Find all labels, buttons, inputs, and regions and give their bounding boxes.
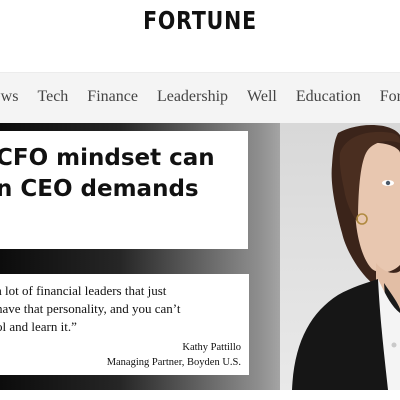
headline: CFO mindset can n CEO demands — [0, 143, 246, 205]
quote-text: a lot of financial leaders that just hav… — [0, 282, 246, 336]
nav-item-education[interactable]: Education — [296, 88, 361, 106]
nav-item-fortune[interactable]: Fortune — [380, 88, 400, 106]
portrait-photo — [292, 124, 400, 390]
hero-image[interactable]: CFO mindset can n CEO demands a lot of f… — [0, 123, 400, 390]
fortune-logo[interactable]: FORTUNE — [36, 6, 364, 35]
bottom-strip — [0, 390, 400, 400]
nav-item-leadership[interactable]: Leadership — [157, 88, 228, 106]
top-navigation: News Tech Finance Leadership Well Education Fo… — [0, 72, 400, 124]
quote-line-2: have that personality, and you can’t — [0, 301, 181, 316]
masthead: FORTUNE — [0, 0, 400, 46]
nav-item-well[interactable]: Well — [247, 88, 277, 106]
headline-line-1: CFO mindset can — [0, 145, 215, 171]
headline-line-2: n CEO demands — [0, 176, 199, 202]
quote-line-3: ol and learn it.” — [0, 319, 77, 334]
headline-card: CFO mindset can n CEO demands — [0, 131, 248, 249]
nav-item-news[interactable]: News — [0, 88, 18, 106]
nav-items: News Tech Finance Leadership Well Education Fo… — [0, 88, 400, 106]
nav-item-finance[interactable]: Finance — [87, 88, 138, 106]
attribution-name: Kathy Pattillo — [182, 342, 241, 353]
quote-attribution: Kathy Pattillo Managing Partner, Boyden … — [107, 340, 241, 370]
quote-card: a lot of financial leaders that just hav… — [0, 274, 249, 375]
attribution-title: Managing Partner, Boyden U.S. — [106, 357, 241, 368]
quote-line-1: a lot of financial leaders that just — [0, 283, 167, 298]
nav-item-tech[interactable]: Tech — [37, 88, 68, 106]
page: FORTUNE News Tech Finance Leadership Well Edu… — [0, 0, 400, 400]
